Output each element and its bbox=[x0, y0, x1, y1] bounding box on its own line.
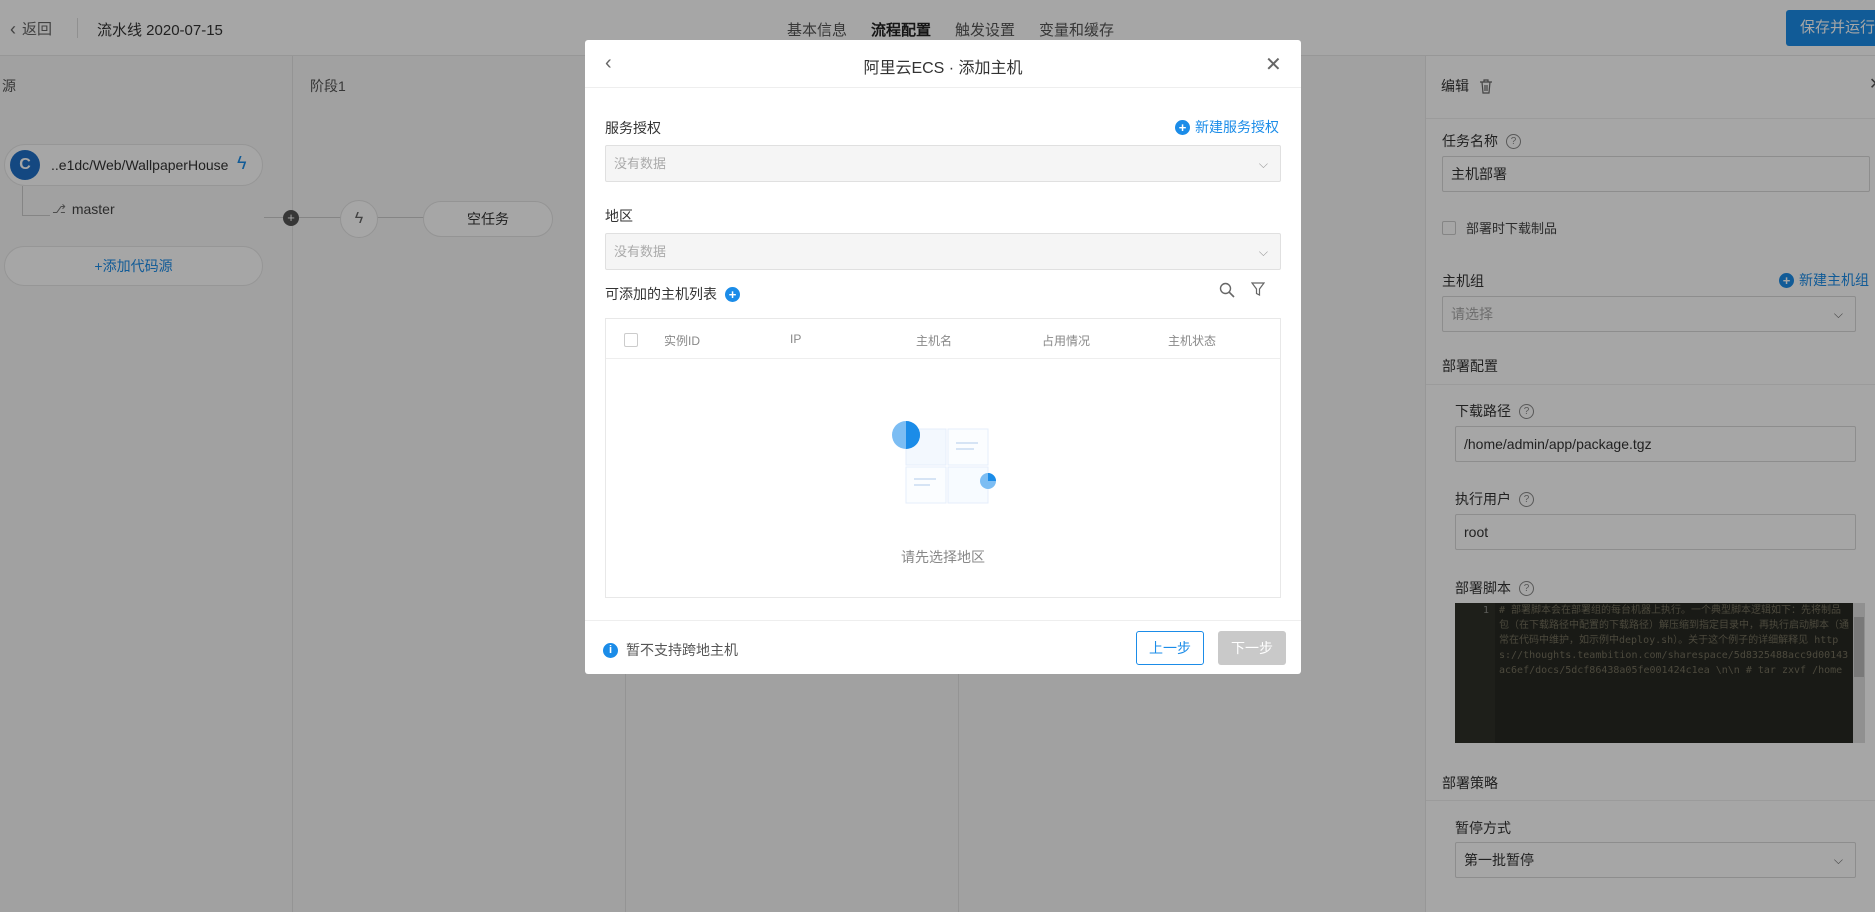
plus-icon: + bbox=[1175, 119, 1190, 135]
column-header: 主机名 bbox=[916, 334, 953, 348]
modal-title: 阿里云ECS · 添加主机 bbox=[863, 60, 1023, 77]
auth-placeholder: 没有数据 bbox=[614, 156, 667, 171]
region-placeholder: 没有数据 bbox=[614, 244, 667, 259]
modal-header: ‹ 阿里云ECS · 添加主机 ✕ bbox=[585, 40, 1301, 88]
add-host-modal: ‹ 阿里云ECS · 添加主机 ✕ 服务授权 + 新建服务授权 没有数据 ⌵ 地… bbox=[585, 40, 1301, 674]
column-header: 实例ID bbox=[664, 334, 701, 348]
chevron-down-icon: ⌵ bbox=[1258, 245, 1268, 259]
add-host-plus-icon[interactable]: + bbox=[725, 286, 740, 302]
region-select[interactable]: 没有数据 ⌵ bbox=[605, 233, 1281, 270]
region-label: 地区 bbox=[605, 208, 633, 224]
chevron-down-icon: ⌵ bbox=[1258, 157, 1268, 171]
info-icon: i bbox=[603, 642, 618, 658]
table-header: 实例ID IP 主机名 占用情况 主机状态 bbox=[606, 319, 1280, 359]
column-header: 主机状态 bbox=[1168, 334, 1217, 348]
prev-step-button[interactable]: 上一步 bbox=[1136, 631, 1204, 665]
new-auth-label: 新建服务授权 bbox=[1195, 119, 1279, 135]
search-icon[interactable] bbox=[1219, 282, 1235, 298]
select-all-checkbox[interactable] bbox=[624, 333, 638, 347]
host-table: 实例ID IP 主机名 占用情况 主机状态 请先选择地区 bbox=[605, 318, 1281, 598]
column-header: 占用情况 bbox=[1042, 334, 1091, 348]
empty-state-illustration-icon bbox=[892, 421, 996, 504]
host-list-tools bbox=[1219, 282, 1265, 298]
next-step-button[interactable]: 下一步 bbox=[1218, 631, 1286, 665]
column-header: IP bbox=[790, 332, 802, 346]
new-auth-link[interactable]: + 新建服务授权 bbox=[1175, 117, 1279, 137]
filter-icon[interactable] bbox=[1251, 282, 1265, 297]
empty-state-text: 请先选择地区 bbox=[901, 549, 985, 565]
host-list-label: 可添加的主机列表 bbox=[605, 286, 717, 302]
close-icon[interactable]: ✕ bbox=[1265, 52, 1282, 77]
modal-footer: i 暂不支持跨地主机 上一步 下一步 bbox=[585, 620, 1301, 674]
info-text: 暂不支持跨地主机 bbox=[626, 642, 738, 658]
auth-label: 服务授权 bbox=[605, 120, 661, 136]
info-message: i 暂不支持跨地主机 bbox=[603, 640, 738, 660]
auth-select[interactable]: 没有数据 ⌵ bbox=[605, 145, 1281, 182]
host-list-header: 可添加的主机列表 + bbox=[605, 284, 740, 304]
